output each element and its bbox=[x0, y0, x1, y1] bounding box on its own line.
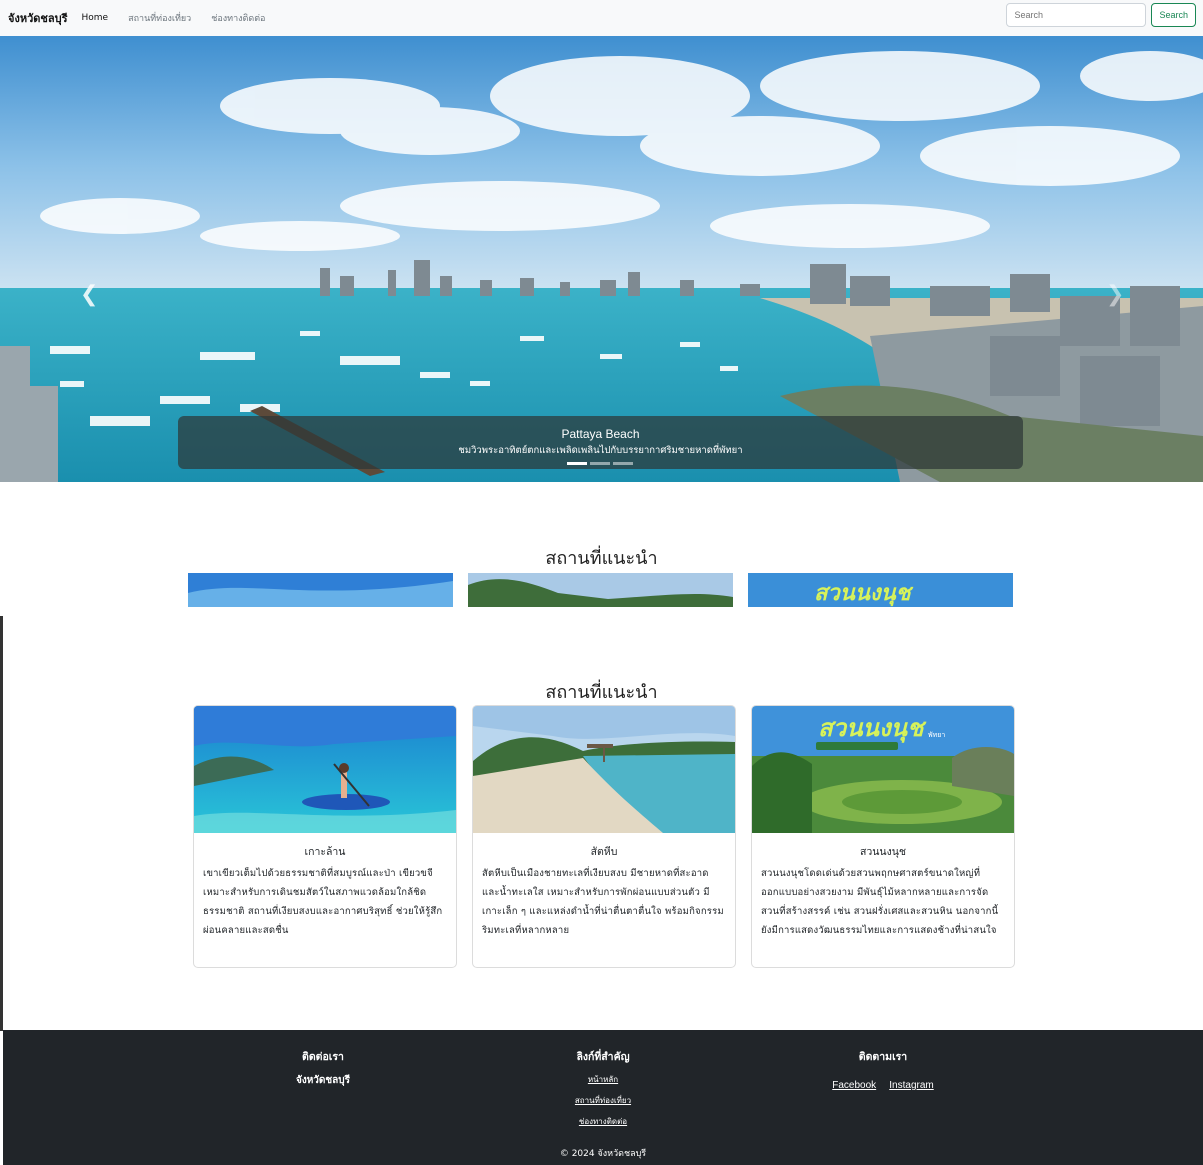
footer-follow: ติดตามเรา Facebook Instagram bbox=[803, 1048, 963, 1092]
footer-link-contact[interactable]: ช่องทางติดต่อ bbox=[533, 1115, 673, 1128]
caption-subtitle: ชมวิวพระอาทิตย์ตกและเพลิดเพลินไปกับบรรยา… bbox=[458, 445, 743, 456]
carousel-indicator[interactable] bbox=[590, 462, 610, 465]
carousel-next-icon[interactable]: ❯ bbox=[1106, 282, 1124, 307]
card-logo-subtext: พัทยา bbox=[928, 731, 945, 739]
card-body: เกาะล้าน เขาเขียวเต็มไปด้วยธรรมชาติที่สม… bbox=[194, 833, 456, 950]
card-koh-larn[interactable]: เกาะล้าน เขาเขียวเต็มไปด้วยธรรมชาติที่สม… bbox=[193, 705, 457, 968]
card-image-koh-larn bbox=[194, 706, 456, 833]
card-title: สัตหีบ bbox=[590, 846, 618, 858]
hero-carousel: ❮ ❯ Pattaya Beach ชมวิวพระอาทิตย์ตกและเพ… bbox=[0, 36, 1203, 482]
card-image-sattahip bbox=[473, 706, 735, 833]
card-logo-preview: สวนนงนุช bbox=[814, 581, 914, 607]
nav-link-home[interactable]: Home bbox=[82, 13, 109, 23]
navbar-brand[interactable]: จังหวัดชลบุรี bbox=[8, 9, 68, 27]
footer-link-attractions[interactable]: สถานที่ท่องเที่ยว bbox=[533, 1094, 673, 1107]
card-image-preview-3: สวนนงนุช bbox=[748, 573, 1013, 607]
footer-link-home[interactable]: หน้าหลัก bbox=[533, 1073, 673, 1086]
card-title: สวนนงนุช bbox=[859, 846, 907, 858]
card-image-nong-nooch: สวนนงนุช พัทยา bbox=[752, 706, 1014, 833]
footer-links: ลิงก์ที่สำคัญ หน้าหลัก สถานที่ท่องเที่ยว… bbox=[533, 1048, 673, 1136]
search-input[interactable] bbox=[1006, 3, 1147, 27]
page: จังหวัดชลบุรี Home สถานที่ท่องเที่ยว ช่อ… bbox=[0, 0, 1203, 1165]
card-body: สวนนงนุช สวนนงนุชโดดเด่นด้วยสวนพฤกษศาสตร… bbox=[752, 833, 1014, 950]
card-text: สวนนงนุชโดดเด่นด้วยสวนพฤกษศาสตร์ขนาดใหญ่… bbox=[761, 868, 999, 936]
card-body: สัตหีบ สัตหีบเป็นเมืองชายทะเลที่เงียบสงบ… bbox=[473, 833, 735, 950]
cards-preview: สวนนงนุช bbox=[0, 573, 1203, 607]
footer-contact-heading: ติดต่อเรา bbox=[302, 1051, 344, 1063]
card-text: สัตหีบเป็นเมืองชายทะเลที่เงียบสงบ มีชายห… bbox=[482, 868, 724, 936]
footer-facebook-link[interactable]: Facebook bbox=[832, 1080, 876, 1091]
carousel-indicators bbox=[567, 462, 633, 465]
footer-contact: ติดต่อเรา จังหวัดชลบุรี bbox=[253, 1048, 393, 1088]
footer: ติดต่อเรา จังหวัดชลบุรี ลิงก์ที่สำคัญ หน… bbox=[3, 1030, 1203, 1165]
cards-row: เกาะล้าน เขาเขียวเต็มไปด้วยธรรมชาติที่สม… bbox=[193, 705, 1015, 968]
carousel-prev-icon[interactable]: ❮ bbox=[80, 282, 98, 307]
nav-link-contact[interactable]: ช่องทางติดต่อ bbox=[211, 11, 265, 25]
footer-instagram-link[interactable]: Instagram bbox=[889, 1080, 933, 1091]
card-nong-nooch[interactable]: สวนนงนุช พัทยา สวนนงนุช สวนนงนุชโดดเด่นด… bbox=[751, 705, 1015, 968]
carousel-indicator[interactable] bbox=[567, 462, 587, 465]
card-title: เกาะล้าน bbox=[304, 846, 346, 858]
caption-title: Pattaya Beach bbox=[561, 427, 640, 441]
footer-copyright: © 2024 จังหวัดชลบุรี bbox=[559, 1149, 647, 1159]
card-text: เขาเขียวเต็มไปด้วยธรรมชาติที่สมบูรณ์และป… bbox=[203, 868, 443, 936]
card-image-preview-2 bbox=[468, 573, 733, 607]
card-image-preview-1 bbox=[188, 573, 453, 607]
card-logo-text: สวนนงนุช bbox=[818, 714, 927, 743]
navbar: จังหวัดชลบุรี Home สถานที่ท่องเที่ยว ช่อ… bbox=[0, 0, 1203, 36]
footer-contact-text: จังหวัดชลบุรี bbox=[295, 1075, 351, 1086]
nav-link-attractions[interactable]: สถานที่ท่องเที่ยว bbox=[128, 11, 191, 25]
footer-follow-heading: ติดตามเรา bbox=[858, 1051, 908, 1063]
section-title-top: สถานที่แนะนำ bbox=[545, 548, 658, 569]
search-button[interactable]: Search bbox=[1151, 3, 1196, 27]
search-form: Search bbox=[1006, 3, 1196, 27]
carousel-indicator[interactable] bbox=[613, 462, 633, 465]
footer-links-heading: ลิงก์ที่สำคัญ bbox=[576, 1051, 630, 1063]
card-sattahip[interactable]: สัตหีบ สัตหีบเป็นเมืองชายทะเลที่เงียบสงบ… bbox=[472, 705, 736, 968]
section-title: สถานที่แนะนำ bbox=[545, 682, 658, 703]
